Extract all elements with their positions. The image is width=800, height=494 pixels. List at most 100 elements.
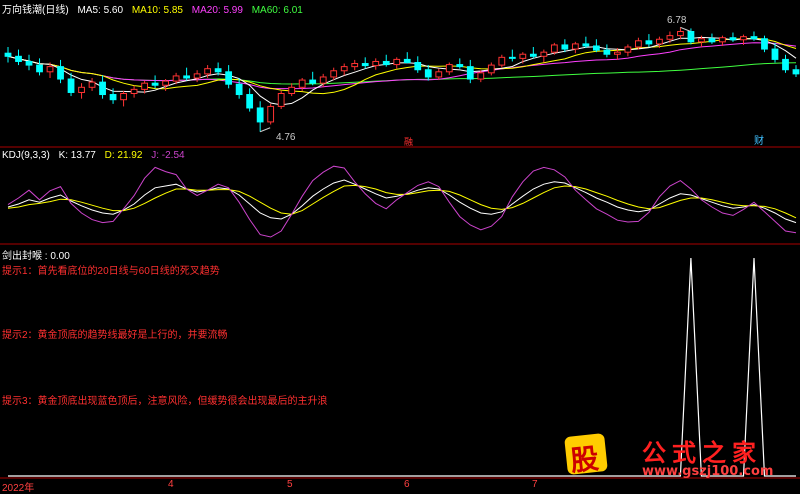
candle-body: [477, 72, 485, 80]
candle-body: [298, 79, 306, 88]
candle-body: [635, 40, 642, 48]
tip-2: 提示2：黄金顶底的趋势线最好是上行的，并要流畅: [2, 330, 228, 341]
candle-body: [561, 44, 569, 50]
kdj-panel-header: KDJ(9,3,3) K: 13.77 D: 21.92 J: -2.54: [2, 150, 191, 161]
x-tick-label: 7: [532, 479, 538, 490]
kdj-title[interactable]: KDJ(9,3,3): [2, 150, 50, 161]
candle-body: [193, 73, 201, 79]
candle-body: [613, 51, 621, 55]
ma5-label: MA5: 5.60: [77, 5, 124, 16]
candle-body: [57, 66, 64, 80]
candle-body: [540, 51, 548, 57]
candle-body: [719, 37, 726, 43]
finance-marker: 财: [754, 136, 764, 147]
candle-body: [677, 31, 684, 37]
candle-body: [403, 58, 411, 64]
candle-body: [277, 93, 285, 107]
candle-body: [729, 37, 737, 41]
candle-body: [498, 56, 506, 66]
candle-body: [46, 66, 54, 73]
candle-body: [466, 66, 474, 80]
candle-body: [109, 94, 117, 101]
candle-body: [740, 36, 747, 41]
candle-body: [687, 31, 695, 43]
low-price-label: 4.76: [276, 132, 296, 143]
candle-body: [78, 86, 85, 93]
candle-body: [67, 78, 75, 93]
price-panel: [4, 26, 800, 133]
candle-body: [603, 49, 611, 55]
candle-body: [267, 105, 275, 123]
ma10-label: MA10: 5.85: [131, 5, 183, 16]
high-pointer: [680, 26, 691, 32]
candle-body: [225, 71, 233, 85]
candle-body: [256, 107, 264, 123]
candle-body: [183, 75, 191, 79]
low-pointer: [259, 127, 271, 133]
candle-body: [162, 80, 169, 86]
chart-canvas: [0, 26, 800, 479]
ma60-label: MA60: 6.01: [251, 5, 303, 16]
candle-body: [792, 69, 800, 75]
candle-body: [361, 63, 369, 67]
ma20-label: MA20: 5.99: [191, 5, 243, 16]
candle-body: [435, 71, 443, 78]
candle-body: [204, 68, 212, 75]
candle-body: [445, 64, 453, 73]
candle-body: [414, 62, 422, 71]
watermark-logo-icon: 股: [564, 433, 608, 478]
candle-body: [340, 66, 348, 72]
candle-body: [708, 38, 716, 43]
candle-body: [288, 86, 296, 95]
k-label: K: 13.77: [58, 150, 96, 161]
x-tick-label: 4: [168, 479, 174, 490]
candle-body: [761, 38, 768, 50]
candle-body: [393, 58, 401, 66]
candle-body: [529, 53, 537, 57]
candle-body: [36, 64, 43, 73]
d-line: [7, 184, 797, 219]
candle-body: [25, 60, 33, 66]
candle-body: [782, 58, 789, 71]
candle-body: [487, 64, 495, 74]
candle-body: [4, 52, 12, 57]
candle-body: [582, 43, 590, 47]
candle-body: [99, 81, 106, 96]
watermark: 股 公式之家 www.gszj100.com: [560, 433, 800, 479]
x-tick-label: 2022年: [2, 483, 35, 494]
x-tick-label: 6: [404, 479, 410, 490]
price-panel-header: 万向钱潮(日线) MA5: 5.60 MA10: 5.85 MA20: 5.99…: [2, 1, 309, 16]
watermark-site-name: 公式之家: [642, 439, 762, 467]
candle-body: [382, 60, 390, 66]
candle-body: [624, 46, 632, 53]
watermark-url: www.gszj100.com: [642, 464, 774, 479]
candle-body: [519, 53, 527, 59]
candle-body: [141, 82, 148, 90]
signal-title[interactable]: 剑出封喉 : 0.00: [2, 251, 70, 262]
candle-body: [130, 88, 138, 95]
signal-panel-header: 剑出封喉 : 0.00: [2, 247, 76, 262]
candle-body: [750, 36, 758, 40]
candle-body: [120, 93, 127, 101]
kdj-panel: [7, 165, 797, 238]
candle-body: [214, 68, 222, 73]
stock-title[interactable]: 万向钱潮(日线): [2, 5, 69, 16]
candle-body: [592, 45, 600, 51]
candle-body: [172, 75, 180, 82]
candle-body: [309, 79, 317, 84]
candle-body: [698, 38, 705, 43]
tip-1: 提示1：首先看底位的20日线与60日线的死叉趋势: [2, 266, 220, 277]
candle-body: [508, 56, 516, 59]
candle-body: [235, 83, 243, 96]
d-label: D: 21.92: [104, 150, 143, 161]
ma20-line: [7, 42, 797, 90]
candle-body: [88, 81, 96, 88]
candle-body: [424, 69, 432, 78]
candle-body: [771, 48, 779, 60]
candle-body: [645, 40, 653, 45]
high-price-label: 6.78: [667, 15, 687, 26]
candle-body: [571, 43, 579, 50]
margin-marker: 融: [404, 137, 414, 147]
tip-3: 提示3：黄金顶底出现蓝色顶后，注意风险，但缓势很会出现最后的主升浪: [2, 396, 328, 407]
candle-body: [246, 94, 254, 109]
